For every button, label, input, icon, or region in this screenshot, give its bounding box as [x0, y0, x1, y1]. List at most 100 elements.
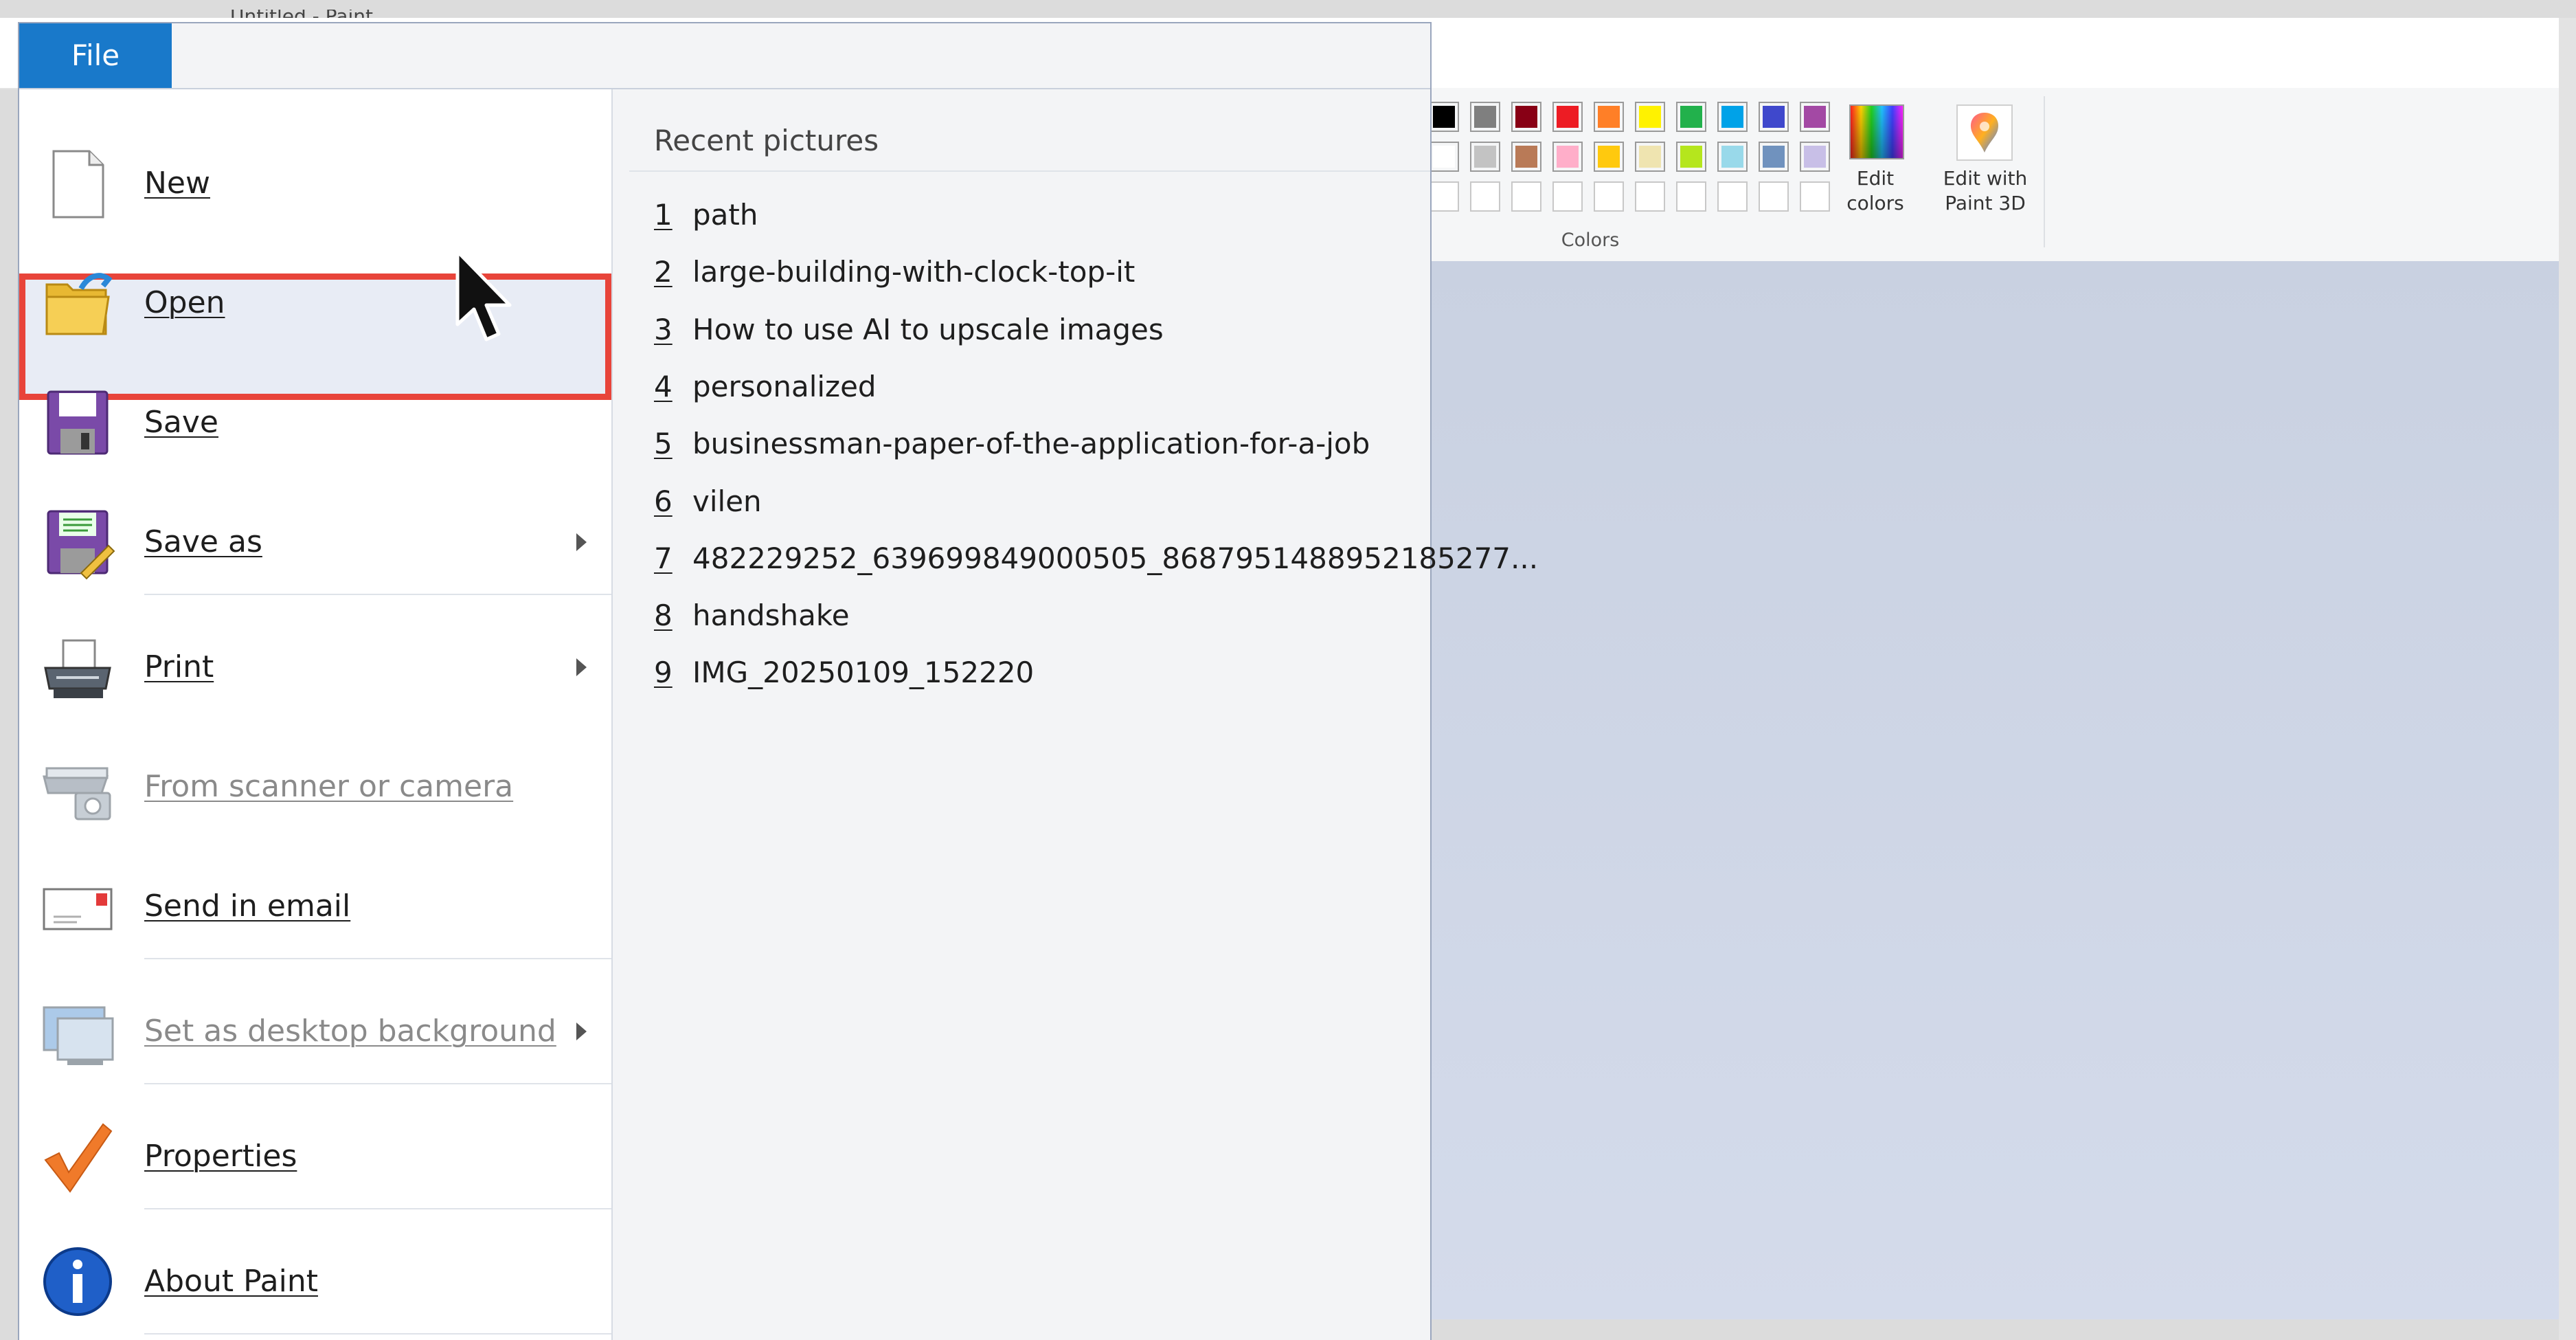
menu-divider — [144, 1333, 611, 1335]
window-edge — [2559, 18, 2576, 1340]
recent-item-name: vilen — [692, 484, 762, 518]
save-as-icon — [40, 504, 115, 580]
menu-item-label: Set as desktop background — [144, 1014, 556, 1049]
menu-item-send-email[interactable]: Send in email — [19, 848, 611, 965]
menu-item-label: Open — [144, 285, 225, 320]
menu-item-save-as[interactable]: Save as — [19, 484, 611, 601]
menu-item-label: New — [144, 166, 210, 201]
canvas-area[interactable] — [1429, 261, 2559, 1319]
edit-colors-label: Edit colors — [1846, 167, 1904, 214]
recent-picture-item[interactable]: 8 handshake — [654, 592, 850, 640]
paint3d-icon — [1956, 104, 2013, 161]
custom-color-slot[interactable] — [1511, 181, 1541, 212]
color-swatch[interactable] — [1759, 142, 1789, 172]
edit-colors-button[interactable]: Edit colors — [1841, 96, 1910, 234]
color-swatch[interactable] — [1470, 102, 1500, 132]
color-swatch[interactable] — [1594, 142, 1624, 172]
recent-item-name: personalized — [692, 369, 877, 403]
color-swatch[interactable] — [1429, 142, 1459, 172]
custom-color-slot[interactable] — [1594, 181, 1624, 212]
color-swatch[interactable] — [1552, 102, 1583, 132]
custom-color-slot[interactable] — [1552, 181, 1583, 212]
custom-color-slot[interactable] — [1676, 181, 1706, 212]
recent-picture-item[interactable]: 2 large-building-with-clock-top-it — [654, 248, 1135, 296]
recent-item-number: 4 — [654, 369, 673, 403]
ribbon-divider — [2044, 96, 2045, 247]
color-swatch[interactable] — [1717, 102, 1748, 132]
recent-item-name: businessman-paper-of-the-application-for… — [692, 427, 1370, 461]
edit-with-paint3d-button[interactable]: Edit with Paint 3D — [1923, 96, 2047, 234]
printer-icon — [40, 629, 115, 705]
recent-item-name: large-building-with-clock-top-it — [692, 255, 1136, 289]
menu-item-new[interactable]: New — [19, 125, 611, 242]
menu-item-label: Properties — [144, 1139, 297, 1174]
recent-picture-item[interactable]: 3 How to use AI to upscale images — [654, 306, 1164, 354]
color-swatch[interactable] — [1552, 142, 1583, 172]
menu-divider — [144, 1208, 611, 1209]
file-tab[interactable]: File — [19, 23, 172, 88]
info-icon — [40, 1244, 115, 1319]
floppy-disk-icon — [40, 385, 115, 460]
custom-color-slot[interactable] — [1717, 181, 1748, 212]
custom-color-slot[interactable] — [1635, 181, 1665, 212]
recent-pictures-heading: Recent pictures — [654, 124, 879, 157]
menu-item-label: Save as — [144, 524, 262, 559]
custom-color-slot[interactable] — [1429, 181, 1459, 212]
recent-picture-item[interactable]: 1 path — [654, 191, 758, 239]
menu-divider — [144, 958, 611, 959]
recent-picture-item[interactable]: 6 vilen — [654, 478, 762, 526]
submenu-arrow-icon — [576, 658, 587, 676]
custom-color-slot[interactable] — [1759, 181, 1789, 212]
custom-color-slot[interactable] — [1800, 181, 1830, 212]
color-swatch[interactable] — [1511, 102, 1541, 132]
recent-picture-item[interactable]: 4 personalized — [654, 363, 877, 411]
color-swatch[interactable] — [1759, 102, 1789, 132]
submenu-arrow-icon — [576, 533, 587, 551]
submenu-arrow-icon — [576, 1023, 587, 1040]
recent-item-name: IMG_20250109_152220 — [692, 656, 1035, 690]
recent-item-number: 5 — [654, 427, 673, 461]
file-menu: File New Open Save Save as Print From sc… — [18, 22, 1538, 1340]
color-swatch[interactable] — [1429, 102, 1459, 132]
edit-with-paint3d-label: Edit with Paint 3D — [1943, 167, 2028, 214]
menu-item-label: Save — [144, 405, 219, 440]
menu-item-properties[interactable]: Properties — [19, 1098, 611, 1215]
color-swatch[interactable] — [1511, 142, 1541, 172]
checkmark-icon — [40, 1119, 115, 1194]
menu-item-set-desktop-background[interactable]: Set as desktop background — [19, 973, 611, 1090]
recent-item-number: 8 — [654, 599, 673, 633]
menu-item-label: Print — [144, 649, 214, 684]
recent-picture-item[interactable]: 9 IMG_20250109_152220 — [654, 649, 1034, 697]
recent-item-name: How to use AI to upscale images — [692, 312, 1164, 346]
recent-picture-item[interactable]: 7 482229252_639699849000505_8687951488952… — [654, 535, 1538, 583]
menu-item-about-paint[interactable]: About Paint — [19, 1223, 611, 1340]
menu-item-open[interactable]: Open — [19, 245, 611, 361]
recent-item-number: 3 — [654, 312, 673, 346]
color-swatch[interactable] — [1800, 102, 1830, 132]
color-swatch[interactable] — [1717, 142, 1748, 172]
recent-picture-item[interactable]: 5 businessman-paper-of-the-application-fo… — [654, 420, 1370, 468]
email-icon — [40, 869, 115, 944]
scanner-camera-icon — [40, 749, 115, 825]
color-swatch[interactable] — [1800, 142, 1830, 172]
color-swatch[interactable] — [1635, 102, 1665, 132]
new-document-icon — [40, 146, 115, 221]
color-swatch[interactable] — [1676, 142, 1706, 172]
recent-item-name: 482229252_639699849000505_86879514889521… — [692, 541, 1539, 575]
title-bar — [0, 0, 2576, 18]
colors-group-label: Colors — [1561, 230, 1620, 251]
file-menu-commands: New Open Save Save as Print From scanner… — [19, 89, 613, 1340]
menu-item-label: From scanner or camera — [144, 769, 514, 804]
recent-item-name: handshake — [692, 599, 850, 633]
open-folder-icon — [40, 265, 115, 341]
custom-color-slot[interactable] — [1470, 181, 1500, 212]
file-tab-strip — [19, 23, 1430, 89]
color-swatch[interactable] — [1676, 102, 1706, 132]
recent-item-number: 7 — [654, 541, 673, 575]
color-swatch[interactable] — [1470, 142, 1500, 172]
menu-item-save[interactable]: Save — [19, 364, 611, 481]
color-swatch[interactable] — [1635, 142, 1665, 172]
menu-item-from-scanner[interactable]: From scanner or camera — [19, 728, 611, 845]
color-swatch[interactable] — [1594, 102, 1624, 132]
menu-item-print[interactable]: Print — [19, 609, 611, 726]
